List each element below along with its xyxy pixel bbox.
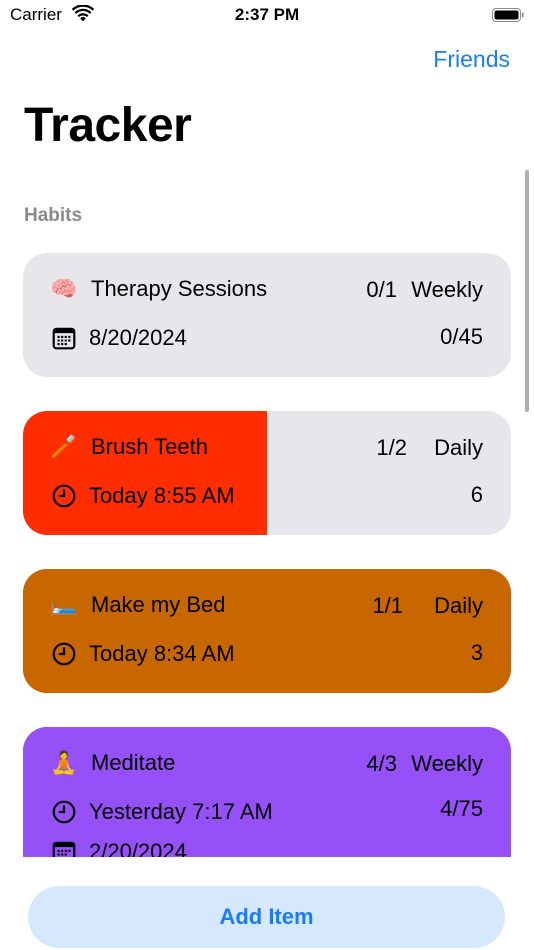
friends-button[interactable]: Friends [433, 46, 510, 73]
habit-name: Brush Teeth [91, 434, 209, 459]
status-bar: Carrier 2:37 PM [0, 0, 534, 32]
toothbrush-emoji-icon: 🪥 [50, 434, 78, 459]
habit-list[interactable]: 🧠 Therapy Sessions 0/1 Weekly 8/20/2024 … [0, 232, 534, 857]
add-item-button[interactable]: Add Item [28, 886, 505, 948]
bed-emoji-icon: 🛏️ [50, 592, 78, 617]
habit-card-make-my-bed[interactable]: 🛏️ Make my Bed 1/1 Daily Today 8:34 AM 3 [23, 569, 511, 693]
habit-progress: 0/1 [366, 277, 397, 302]
habit-progress: 1/2 [376, 435, 407, 460]
habit-frequency: Weekly [411, 277, 483, 302]
habit-extra: 2/20/2024 [89, 839, 187, 857]
habit-progress: 1/1 [372, 593, 403, 618]
habit-progress: 4/3 [366, 751, 397, 776]
habit-progress-fill [23, 727, 511, 857]
habit-detail: Today 8:55 AM [89, 483, 235, 508]
clock-icon [52, 642, 76, 666]
battery-icon [492, 8, 524, 22]
habit-progress-fill [23, 569, 511, 693]
habit-card-brush-teeth[interactable]: 🪥 Brush Teeth 1/2 Daily Today 8:55 AM 6 [23, 411, 511, 535]
habit-name: Make my Bed [91, 592, 226, 617]
habit-frequency: Daily [434, 435, 483, 460]
habit-name: Meditate [91, 750, 176, 775]
habit-total: 3 [470, 640, 483, 665]
status-time: 2:37 PM [234, 5, 300, 24]
habit-progress-fill [23, 411, 267, 535]
section-header: Habits [24, 205, 83, 226]
habit-detail: 8/20/2024 [89, 325, 187, 350]
habit-frequency: Weekly [411, 751, 483, 776]
habit-frequency: Daily [434, 593, 483, 618]
habit-detail: Yesterday 7:17 AM [89, 799, 273, 824]
page-title: Tracker [24, 99, 192, 152]
habit-card-meditate[interactable]: 🧘 Meditate 4/3 Weekly Yesterday 7:17 AM … [23, 727, 511, 857]
habit-total: 6 [470, 482, 483, 507]
habit-total: 4/75 [440, 796, 483, 821]
habit-total: 0/45 [440, 324, 483, 349]
calendar-icon [52, 327, 76, 350]
calendar-icon [52, 841, 76, 857]
habit-card-therapy-sessions[interactable]: 🧠 Therapy Sessions 0/1 Weekly 8/20/2024 … [23, 253, 511, 377]
meditate-emoji-icon: 🧘 [50, 750, 78, 775]
clock-icon [52, 800, 76, 824]
habit-name: Therapy Sessions [91, 276, 268, 301]
brain-emoji-icon: 🧠 [50, 276, 78, 301]
clock-icon [52, 484, 76, 508]
habit-detail: Today 8:34 AM [89, 641, 235, 666]
